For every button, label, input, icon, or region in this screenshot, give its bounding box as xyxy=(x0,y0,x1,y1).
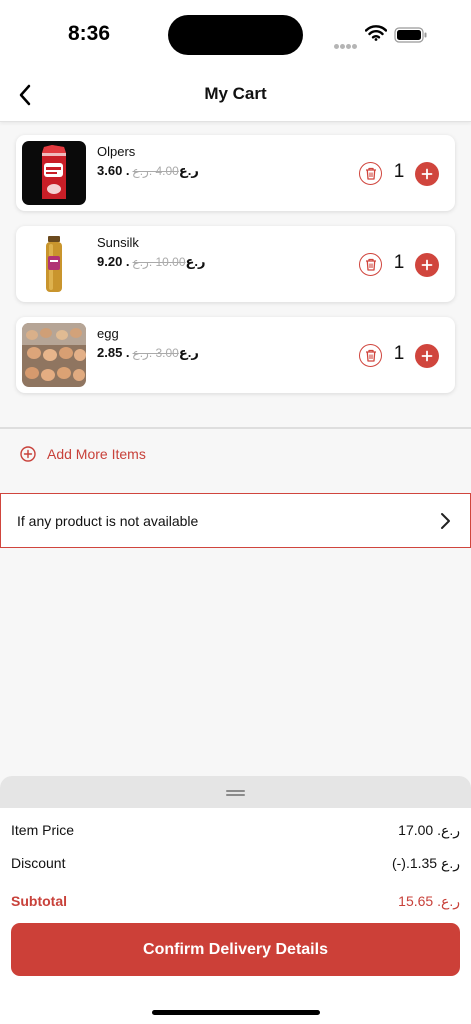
confirm-delivery-button[interactable]: Confirm Delivery Details xyxy=(11,923,460,976)
item-quantity: 1 xyxy=(393,343,405,364)
cart-item-olpers: Olpers 3.60 .ر.ع4.00 .ر.ع 1 xyxy=(16,135,455,211)
item-name: Sunsilk xyxy=(97,235,139,250)
item-price-row: Item Price 17.00 .ر.ع xyxy=(11,822,460,839)
plus-icon xyxy=(421,350,433,362)
section-divider xyxy=(0,427,471,429)
item-price-row: 3.60 .ر.ع4.00 .ر.ع xyxy=(97,163,199,179)
subtotal-row: Subtotal 15.65 .ر.ع xyxy=(11,893,460,910)
add-more-items-button[interactable]: Add More Items xyxy=(20,446,146,462)
discount-label: Discount xyxy=(11,855,66,871)
cart-item-sunsilk: Sunsilk 9.20 .ر.ع10.00 .ر.ع 1 xyxy=(16,226,455,302)
item-quantity: 1 xyxy=(393,252,405,273)
trash-icon xyxy=(365,167,376,180)
dynamic-island xyxy=(168,15,303,55)
item-old-price: 3.00 .ر.ع xyxy=(132,346,179,360)
trash-icon xyxy=(365,349,376,362)
remove-item-button[interactable] xyxy=(359,344,382,367)
increase-quantity-button[interactable] xyxy=(415,344,439,368)
wifi-icon xyxy=(364,25,388,46)
item-price-row: 9.20 .ر.ع10.00 .ر.ع xyxy=(97,254,206,270)
cart-item-egg: egg 2.85 .ر.ع3.00 .ر.ع 1 xyxy=(16,317,455,393)
remove-item-button[interactable] xyxy=(359,162,382,185)
cart-list: Olpers 3.60 .ر.ع4.00 .ر.ع 1 Sunsilk 9.20… xyxy=(16,135,455,408)
order-summary-sheet: Item Price 17.00 .ر.ع Discount (-).ر.ع 1… xyxy=(0,776,471,1024)
add-more-items-label: Add More Items xyxy=(47,446,146,462)
trash-icon xyxy=(365,258,376,271)
plus-icon xyxy=(421,168,433,180)
chevron-right-icon xyxy=(441,513,450,529)
item-price-value: 17.00 .ر.ع xyxy=(398,822,460,838)
discount-row: Discount (-).ر.ع 1.35 xyxy=(11,855,460,872)
increase-quantity-button[interactable] xyxy=(415,162,439,186)
item-quantity: 1 xyxy=(393,161,405,182)
home-indicator xyxy=(152,1010,320,1015)
item-name: egg xyxy=(97,326,119,341)
subtotal-label: Subtotal xyxy=(11,893,67,909)
sheet-drag-area[interactable] xyxy=(0,776,471,808)
item-name: Olpers xyxy=(97,144,136,159)
subtotal-value: 15.65 .ر.ع xyxy=(398,893,460,909)
shampoo-bottle-image xyxy=(22,232,86,296)
unavailable-product-label: If any product is not available xyxy=(17,513,199,529)
plus-circle-icon xyxy=(20,446,36,462)
discount-value: (-).ر.ع 1.35 xyxy=(391,855,460,871)
battery-icon xyxy=(394,27,428,48)
page-title: My Cart xyxy=(204,84,267,103)
status-bar: 8:36 xyxy=(0,0,471,70)
milk-carton-image xyxy=(22,141,86,205)
remove-item-button[interactable] xyxy=(359,253,382,276)
increase-quantity-button[interactable] xyxy=(415,253,439,277)
item-price-row: 2.85 .ر.ع3.00 .ر.ع xyxy=(97,345,199,361)
unavailable-product-option[interactable]: If any product is not available xyxy=(0,493,471,548)
drag-handle-icon[interactable] xyxy=(226,790,245,796)
item-old-price: 10.00 .ر.ع xyxy=(132,255,186,269)
cellular-signal-icon xyxy=(334,36,358,54)
status-time: 8:36 xyxy=(68,22,111,45)
plus-icon xyxy=(421,259,433,271)
navigation-bar: My Cart xyxy=(0,70,471,122)
egg-tray-image xyxy=(22,323,86,387)
item-price-label: Item Price xyxy=(11,822,75,838)
item-old-price: 4.00 .ر.ع xyxy=(132,164,179,178)
